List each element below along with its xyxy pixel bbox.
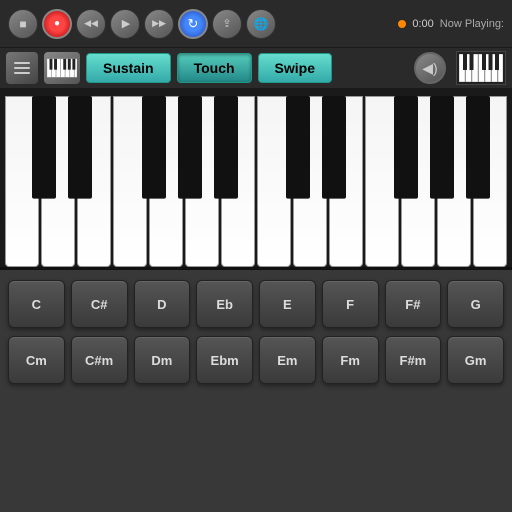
chord-csharp[interactable]: C#	[71, 280, 128, 328]
play-button[interactable]: ▶	[110, 9, 140, 39]
sustain-button[interactable]: Sustain	[86, 53, 171, 83]
mode-toolbar: Sustain Touch Swipe ◀)	[0, 48, 512, 90]
forward-button[interactable]: ▶▶	[144, 9, 174, 39]
mini-keyboard-display	[456, 51, 506, 85]
chord-dm[interactable]: Dm	[134, 336, 191, 384]
share-button[interactable]: ⇪	[212, 9, 242, 39]
time-display: 0:00	[412, 18, 433, 30]
stop-button[interactable]: ■	[8, 9, 38, 39]
key-b2[interactable]	[473, 96, 507, 267]
status-dot	[398, 20, 406, 28]
refresh-button[interactable]: ↻	[178, 9, 208, 39]
chord-fm[interactable]: Fm	[322, 336, 379, 384]
key-f2[interactable]	[365, 96, 399, 267]
chord-fsharp-m[interactable]: F#m	[385, 336, 442, 384]
key-c2[interactable]	[257, 96, 291, 267]
key-a2[interactable]	[437, 96, 471, 267]
white-keys	[4, 96, 508, 267]
menu-button[interactable]	[6, 52, 38, 84]
piano-area	[0, 90, 512, 270]
chord-f[interactable]: F	[322, 280, 379, 328]
key-e[interactable]	[77, 96, 111, 267]
chord-area: C C# D Eb E F F# G Cm C#m Dm Ebm Em Fm F…	[0, 270, 512, 512]
key-b[interactable]	[221, 96, 255, 267]
key-g2[interactable]	[401, 96, 435, 267]
chord-gm[interactable]: Gm	[447, 336, 504, 384]
chord-ebm[interactable]: Ebm	[196, 336, 253, 384]
chord-csharp-m[interactable]: C#m	[71, 336, 128, 384]
chord-g[interactable]: G	[447, 280, 504, 328]
key-a[interactable]	[185, 96, 219, 267]
now-playing-area: 0:00 Now Playing:	[398, 18, 504, 30]
piano-icon-button[interactable]	[44, 52, 80, 84]
major-chords-row: C C# D Eb E F F# G	[8, 280, 504, 328]
key-f[interactable]	[113, 96, 147, 267]
key-d[interactable]	[41, 96, 75, 267]
chord-eb[interactable]: Eb	[196, 280, 253, 328]
chord-c[interactable]: C	[8, 280, 65, 328]
chord-cm[interactable]: Cm	[8, 336, 65, 384]
minor-chords-row: Cm C#m Dm Ebm Em Fm F#m Gm	[8, 336, 504, 384]
key-g[interactable]	[149, 96, 183, 267]
globe-button[interactable]: 🌐	[246, 9, 276, 39]
app-container: ■ ● ◀◀ ▶ ▶▶ ↻ ⇪ 🌐 0:00 Now Playing:	[0, 0, 512, 512]
key-d2[interactable]	[293, 96, 327, 267]
chord-em[interactable]: Em	[259, 336, 316, 384]
chord-e[interactable]: E	[259, 280, 316, 328]
volume-button[interactable]: ◀)	[414, 52, 446, 84]
piano-svg-icon	[47, 58, 77, 78]
touch-button[interactable]: Touch	[177, 53, 252, 83]
now-playing-label: Now Playing:	[440, 18, 504, 30]
key-e2[interactable]	[329, 96, 363, 267]
key-c[interactable]	[5, 96, 39, 267]
chord-fsharp[interactable]: F#	[385, 280, 442, 328]
chord-d[interactable]: D	[134, 280, 191, 328]
record-button[interactable]: ●	[42, 9, 72, 39]
rewind-button[interactable]: ◀◀	[76, 9, 106, 39]
top-toolbar: ■ ● ◀◀ ▶ ▶▶ ↻ ⇪ 🌐 0:00 Now Playing:	[0, 0, 512, 48]
swipe-button[interactable]: Swipe	[258, 53, 332, 83]
